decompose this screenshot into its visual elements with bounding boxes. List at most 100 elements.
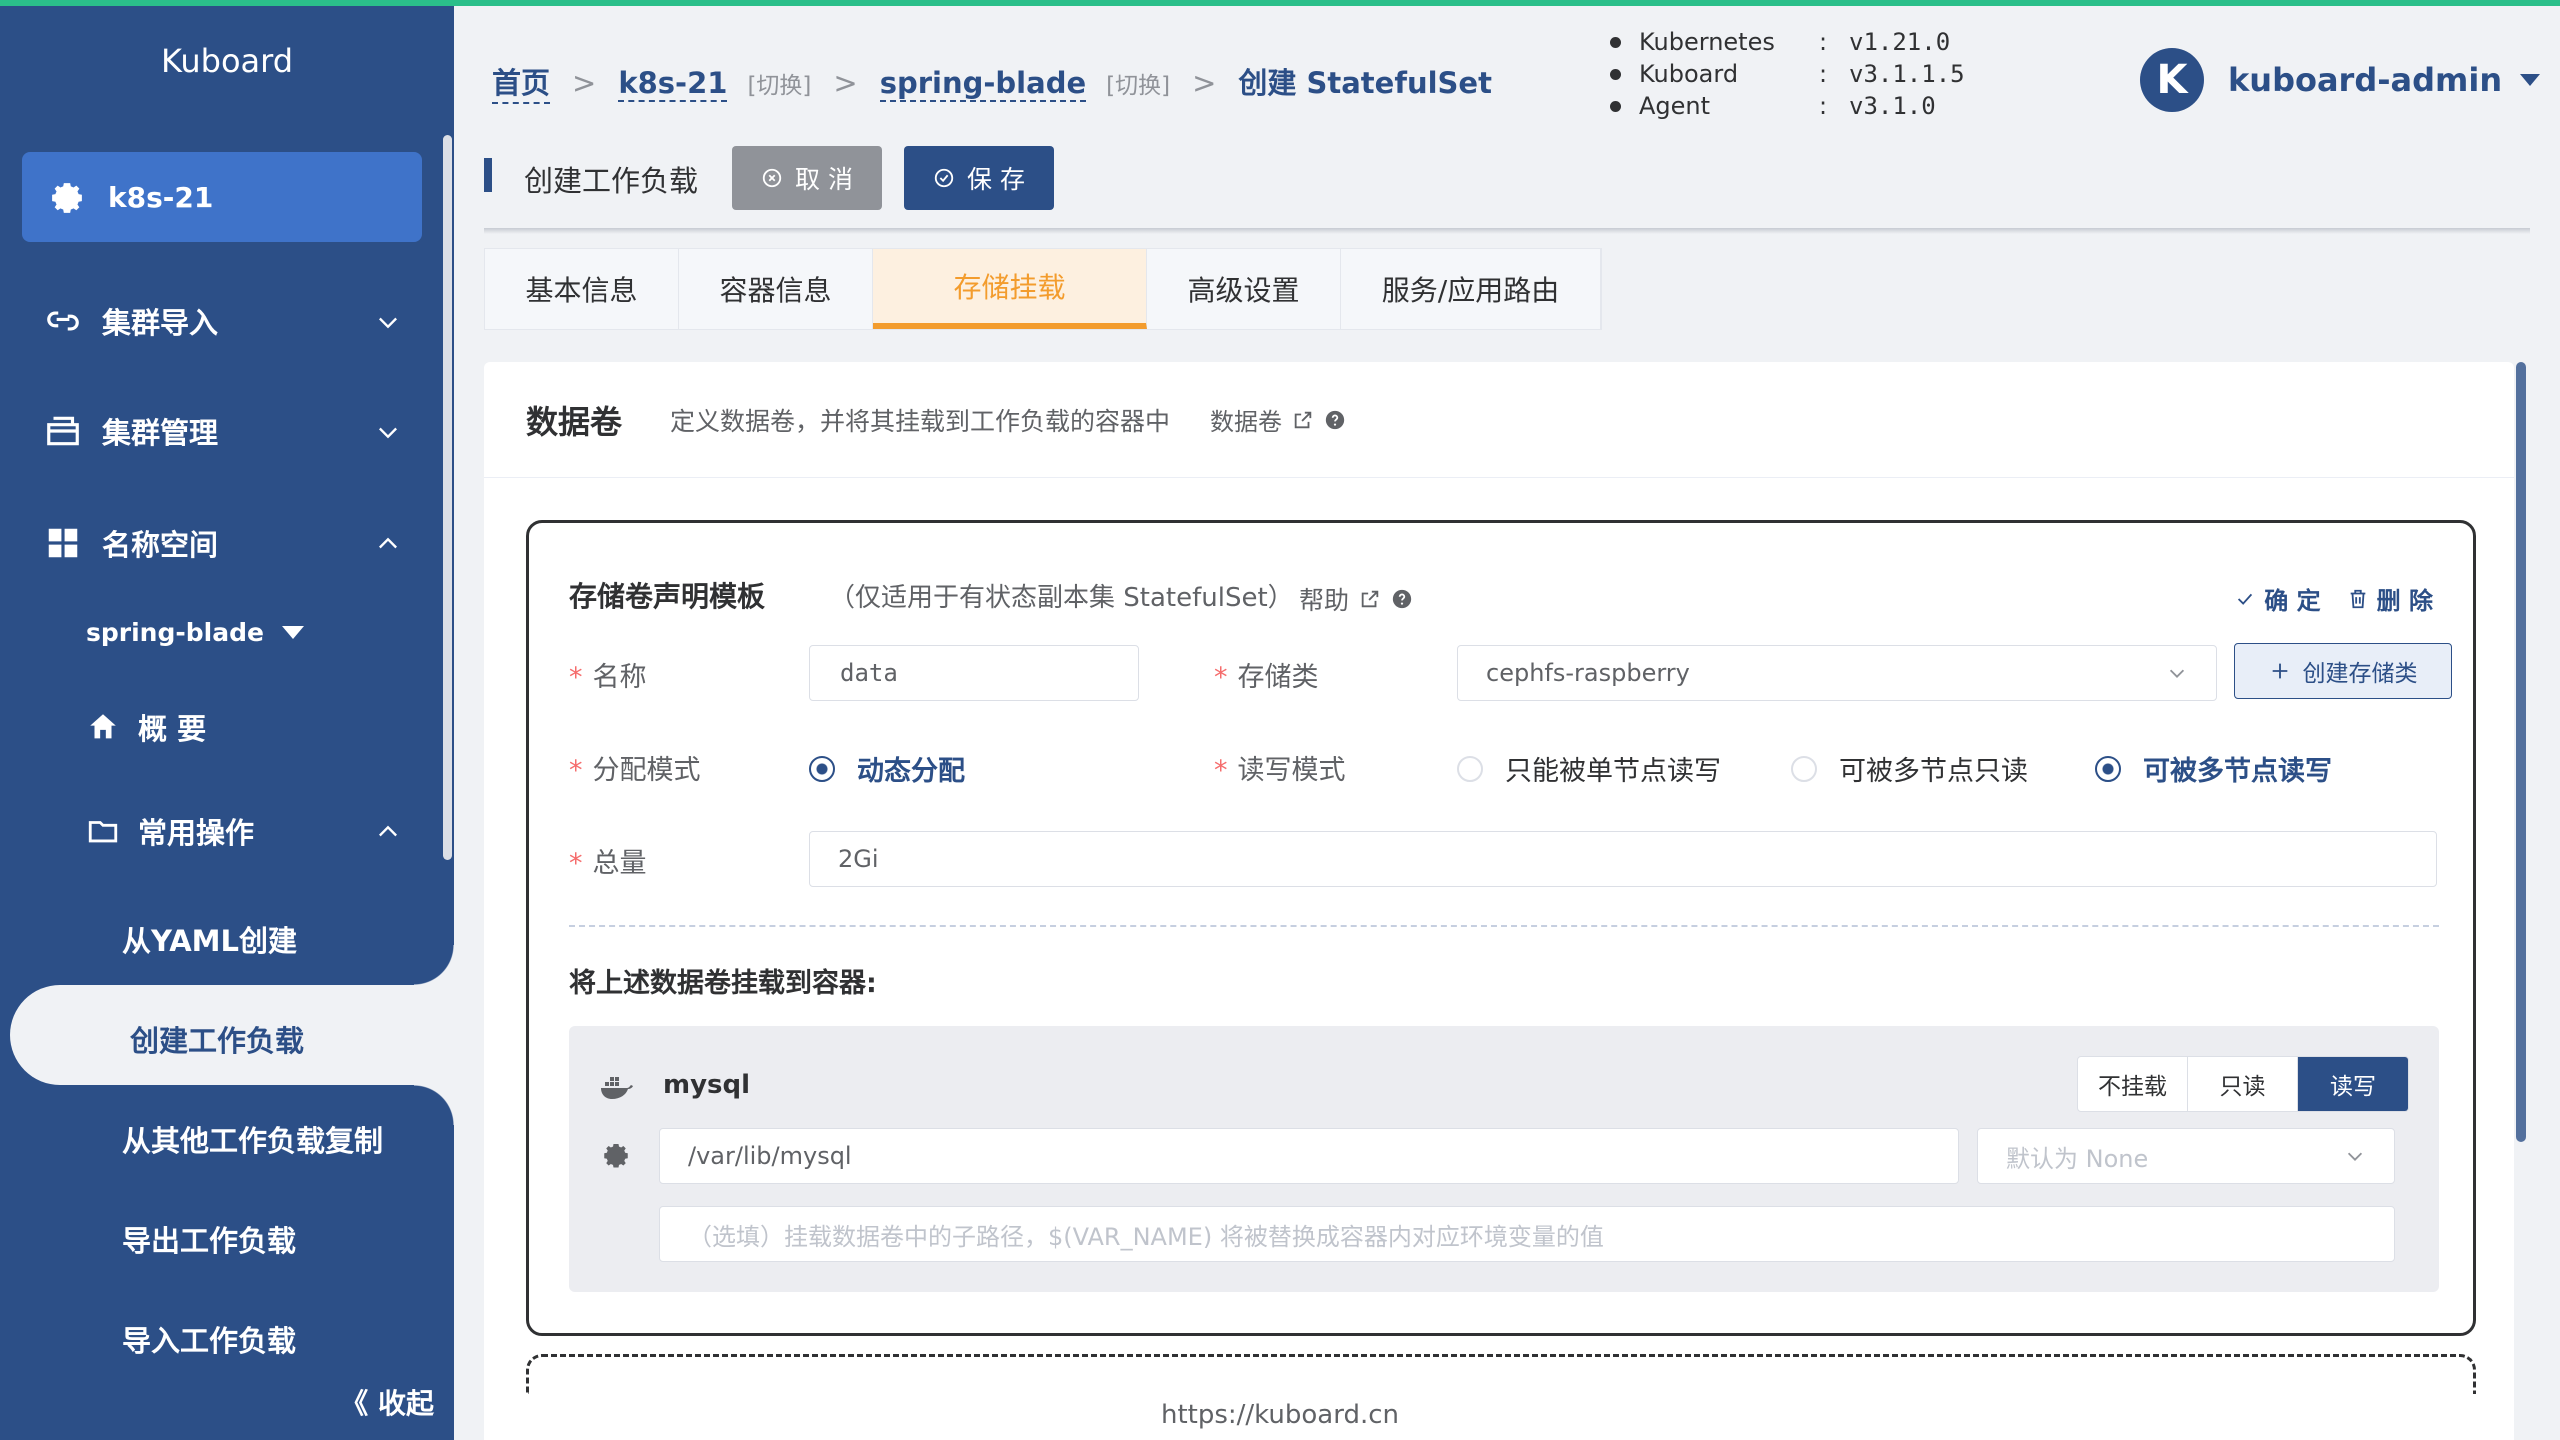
- menu-import-workload[interactable]: 导入工作负载: [122, 1318, 296, 1360]
- volume-claim-template: 存储卷声明模板 （仅适用于有状态副本集 StatefulSet） 帮助 确 定 …: [526, 520, 2476, 1336]
- title-bar-accent: [484, 158, 492, 192]
- menu-overview[interactable]: 概 要: [0, 692, 454, 762]
- radio-circle: [1791, 755, 1817, 782]
- version-row: Agent: v3.1.0: [1610, 90, 1965, 122]
- grid-icon: [48, 528, 78, 558]
- storage-class-label: * 存储类: [1214, 662, 1319, 693]
- menu-create-workload[interactable]: 创建工作负载: [130, 1018, 304, 1060]
- tab-service-route[interactable]: 服务/应用路由: [1341, 249, 1601, 329]
- breadcrumb-current: 创建 StatefulSet: [1238, 66, 1492, 100]
- menu-label: 集群导入: [102, 306, 219, 340]
- radio-rox[interactable]: 可被多节点只读: [1791, 749, 2028, 788]
- version-row: Kubernetes: v1.21.0: [1610, 26, 1965, 58]
- menu-label: 集群管理: [102, 416, 219, 450]
- switch-cluster-link[interactable]: [切换]: [747, 66, 811, 100]
- tab-basic[interactable]: 基本信息: [485, 249, 679, 329]
- tab-advanced[interactable]: 高级设置: [1147, 249, 1341, 329]
- username: kuboard-admin: [2228, 61, 2503, 99]
- menu-label: 常用操作: [138, 816, 255, 850]
- namespace-name: spring-blade: [86, 618, 264, 647]
- cluster-selector[interactable]: k8s-21: [22, 152, 422, 242]
- close-circle-icon: [762, 168, 782, 188]
- create-storage-class-button[interactable]: 创建存储类: [2234, 643, 2452, 699]
- menu-copy-workload[interactable]: 从其他工作负载复制: [122, 1118, 383, 1160]
- volume-name-input[interactable]: data: [809, 645, 1139, 701]
- user-menu[interactable]: K kuboard-admin: [2140, 48, 2541, 112]
- chevron-down-icon: [379, 427, 397, 439]
- help-link[interactable]: 帮助: [1299, 581, 1413, 617]
- footer-link[interactable]: https://kuboard.cn: [0, 1400, 2560, 1430]
- menu-namespace[interactable]: 名称空间: [0, 508, 454, 578]
- mount-path-input[interactable]: /var/lib/mysql: [659, 1128, 1959, 1184]
- main-scrollbar[interactable]: [2516, 362, 2526, 1142]
- radio-rwx[interactable]: 可被多节点读写: [2095, 749, 2332, 788]
- check-icon: [2238, 593, 2253, 605]
- breadcrumb-separator: >: [833, 66, 858, 100]
- sidebar-scrollbar[interactable]: [443, 135, 452, 860]
- link-icon: [47, 311, 79, 331]
- version-row: Kuboard: v3.1.1.5: [1610, 58, 1965, 90]
- mount-readwrite-option[interactable]: 读写: [2298, 1057, 2408, 1111]
- tab-storage[interactable]: 存储挂载: [873, 249, 1147, 329]
- briefcase-icon: [47, 416, 79, 446]
- menu-label: 名称空间: [102, 528, 219, 562]
- delete-button[interactable]: 删 除: [2347, 581, 2433, 616]
- save-button[interactable]: 保 存: [904, 146, 1054, 210]
- menu-export-workload[interactable]: 导出工作负载: [122, 1218, 296, 1260]
- volume-actions: 确 定 删 除: [2208, 581, 2433, 616]
- provision-mode-label: * 分配模式: [569, 755, 701, 786]
- capacity-label: * 总量: [569, 848, 647, 879]
- capacity-input[interactable]: 2Gi: [809, 831, 2437, 887]
- cancel-button[interactable]: 取 消: [732, 146, 882, 210]
- menu-from-yaml[interactable]: 从YAML创建: [122, 918, 297, 960]
- tab-container[interactable]: 容器信息: [679, 249, 873, 329]
- question-icon: [1325, 410, 1345, 429]
- cluster-name: k8s-21: [108, 180, 214, 214]
- settings-icon: [604, 1144, 628, 1168]
- toolbar-divider: [484, 228, 2530, 234]
- external-link-icon: [1361, 590, 1379, 608]
- radio-circle: [1457, 755, 1483, 782]
- check-circle-icon: [934, 168, 954, 188]
- subpath-input[interactable]: （选填）挂载数据卷中的子路径，$(VAR_NAME) 将被替换成容器内对应环境变…: [659, 1206, 2395, 1262]
- breadcrumb-cluster[interactable]: k8s-21: [618, 66, 728, 102]
- version-info: Kubernetes: v1.21.0 Kuboard: v3.1.1.5 Agen…: [1610, 26, 1965, 122]
- radio-dynamic-provision[interactable]: 动态分配: [809, 749, 965, 788]
- confirm-button[interactable]: 确 定: [2234, 581, 2321, 616]
- chevron-up-icon: [379, 825, 397, 837]
- workload-tabs: 基本信息 容器信息 存储挂载 高级设置 服务/应用路由: [484, 248, 1602, 330]
- plus-icon: [2272, 663, 2287, 679]
- breadcrumb-home[interactable]: 首页: [492, 60, 551, 104]
- radio-rwo[interactable]: 只能被单节点读写: [1457, 749, 1721, 788]
- menu-common-ops[interactable]: 常用操作: [0, 796, 454, 866]
- top-accent-line: [0, 0, 2560, 6]
- namespace-selector[interactable]: spring-blade: [86, 618, 304, 647]
- container-name: mysql: [663, 1070, 751, 1100]
- radio-circle: [809, 755, 835, 782]
- volume-title: 存储卷声明模板: [569, 580, 766, 613]
- section-divider: [569, 925, 2439, 927]
- breadcrumb-namespace[interactable]: spring-blade: [879, 66, 1087, 102]
- name-label: * 名称: [569, 662, 647, 693]
- menu-cluster-import[interactable]: 集群导入: [0, 286, 454, 356]
- mount-propagation-select[interactable]: 默认为 None: [1977, 1128, 2395, 1184]
- brand-title: Kuboard: [160, 42, 294, 80]
- avatar: K: [2140, 48, 2204, 112]
- volume-subtitle: （仅适用于有状态副本集 StatefulSet）: [829, 583, 1294, 613]
- menu-cluster-manage[interactable]: 集群管理: [0, 396, 454, 466]
- next-volume-card: [526, 1354, 2476, 1394]
- caret-down-icon: [281, 626, 304, 639]
- section-desc: 定义数据卷，并将其挂载到工作负载的容器中: [670, 406, 1171, 436]
- chevron-up-icon: [379, 537, 397, 549]
- menu-label: 概 要: [138, 712, 207, 746]
- storage-class-select[interactable]: cephfs-raspberry: [1457, 645, 2217, 701]
- switch-namespace-link[interactable]: [切换]: [1106, 66, 1170, 100]
- page-toolbar: 创建工作负载 取 消 保 存: [484, 140, 2530, 230]
- chevron-down-icon: [379, 317, 397, 329]
- trash-icon: [2350, 589, 2365, 608]
- mount-none-option[interactable]: 不挂载: [2078, 1057, 2188, 1111]
- section-title: 数据卷: [526, 402, 623, 441]
- volume-doc-link[interactable]: 数据卷: [1210, 402, 1346, 437]
- mount-readonly-option[interactable]: 只读: [2188, 1057, 2298, 1111]
- breadcrumb-separator: >: [1192, 66, 1217, 100]
